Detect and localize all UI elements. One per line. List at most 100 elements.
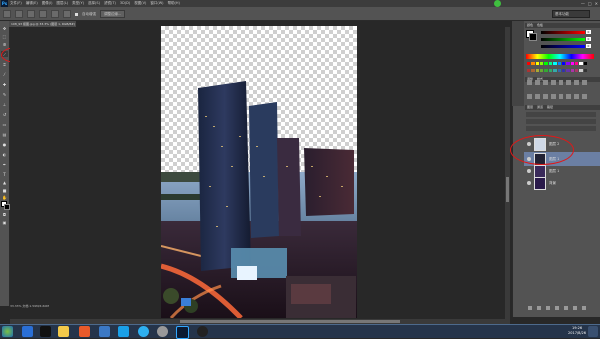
crop-tool-icon[interactable]: ⌗ [1,61,8,67]
scroll-thumb[interactable] [180,320,400,323]
menu-type[interactable]: 类型(Y) [72,0,84,7]
layer-blend-row[interactable] [526,119,596,124]
subtract-selection-icon[interactable] [39,10,47,18]
qq-icon[interactable] [40,326,51,337]
green-value[interactable]: 0 [586,37,591,41]
panel-background-swatch[interactable] [529,33,537,41]
path-selection-icon[interactable]: ▲ [1,179,8,185]
close-button[interactable]: ✕ [595,0,598,7]
document-canvas[interactable] [161,26,357,318]
color-balance-icon[interactable] [574,80,580,85]
lasso-tool-icon[interactable]: ᘓ [1,41,8,47]
color-spectrum-bar[interactable] [526,54,594,59]
lookup-icon[interactable] [542,93,548,99]
eyedropper-tool-icon[interactable]: ⁄ [1,71,8,77]
blue-slider[interactable]: 0 [541,44,591,48]
scroll-thumb[interactable] [506,177,509,202]
curves-icon[interactable] [542,80,548,85]
menu-view[interactable]: 视图(V) [134,0,146,7]
tab-channels[interactable]: 通道 [537,105,543,110]
fx-icon[interactable] [537,306,541,310]
photo-filter-icon[interactable] [527,93,532,99]
layer-name[interactable]: 背景 [549,181,556,186]
mask-icon[interactable] [546,306,550,310]
brush-tool-icon[interactable]: ✎ [1,91,8,97]
menu-filter[interactable]: 滤镜(T) [104,0,116,7]
skype-icon[interactable] [138,326,149,337]
tab-color[interactable]: 颜色 [527,23,533,28]
sample-all-layers-icon[interactable] [63,10,71,18]
quick-mask-icon[interactable]: ◘ [1,211,8,217]
layer-filter-row[interactable] [526,112,596,117]
healing-brush-icon[interactable]: ✚ [1,81,8,87]
layer-name[interactable]: 图层 1 [549,169,559,174]
vibrance-icon[interactable] [558,80,564,85]
tab-layers[interactable]: 图层 [527,105,533,110]
link-icon[interactable] [528,306,532,310]
invert-icon[interactable] [550,93,556,99]
levels-icon[interactable] [534,80,540,85]
system-clock[interactable]: 19:26 2017/8/26 [568,326,586,336]
menu-edit[interactable]: 编辑(E) [26,0,38,7]
red-value[interactable]: 0 [586,30,591,34]
exposure-icon[interactable] [550,80,556,85]
show-desktop-button[interactable] [588,326,598,337]
move-tool-icon[interactable]: ✥ [1,25,8,31]
posterize-icon[interactable] [558,93,564,99]
brightness-icon[interactable] [527,80,532,85]
hue-icon[interactable] [566,80,572,85]
tab-swatches[interactable]: 色板 [537,23,543,28]
ie-icon[interactable] [22,326,33,337]
menu-select[interactable]: 选择(S) [88,0,100,7]
marquee-tool-icon[interactable]: ⬚ [1,33,8,39]
new-layer-icon[interactable] [573,306,577,310]
refine-edge-button[interactable]: 调整边缘... [100,10,126,18]
creative-cloud-icon[interactable] [494,0,501,7]
blue-value[interactable]: 0 [586,44,591,48]
brush-size-icon[interactable] [51,10,59,18]
maximize-button[interactable]: □ [588,0,592,7]
ie-browser-icon[interactable] [118,326,129,337]
minimize-button[interactable]: — [581,0,585,7]
selective-color-icon[interactable] [582,93,587,99]
menu-file[interactable]: 文件(F) [10,0,22,7]
layer-row[interactable]: 背景 [524,176,600,190]
visibility-eye-icon[interactable] [527,169,531,173]
dodge-tool-icon[interactable]: ◐ [1,151,8,157]
gradient-tool-icon[interactable]: ▤ [1,131,8,137]
layer-lock-row[interactable] [526,126,596,131]
menu-window[interactable]: 窗口(W) [150,0,163,7]
trash-icon[interactable] [582,306,586,310]
history-brush-icon[interactable]: ↺ [1,111,8,117]
pen-tool-icon[interactable]: ✒ [1,161,8,167]
swatches-grid[interactable] [527,62,587,74]
app-icon[interactable] [157,326,168,337]
auto-enhance-checkbox[interactable] [75,12,78,16]
word-icon[interactable] [99,326,110,337]
visibility-eye-icon[interactable] [527,181,531,185]
workspace-switcher[interactable]: 基本功能 [552,10,590,18]
photoshop-taskbar-icon[interactable] [176,326,189,339]
adjustment-layer-icon[interactable] [555,306,559,310]
new-selection-icon[interactable] [15,10,23,18]
media-icon[interactable] [197,326,208,337]
menu-layer[interactable]: 图层(L) [56,0,68,7]
menu-3d[interactable]: 3D(D) [120,0,130,7]
vertical-scrollbar[interactable] [505,27,510,319]
explorer-icon[interactable] [58,326,69,337]
bw-icon[interactable] [582,80,587,85]
group-icon[interactable] [564,306,568,310]
red-slider[interactable]: 0 [541,30,591,34]
tab-paths[interactable]: 路径 [547,105,553,110]
green-slider[interactable]: 0 [541,37,591,41]
type-tool-icon[interactable]: T [1,171,8,177]
menu-image[interactable]: 图像(I) [42,0,53,7]
threshold-icon[interactable] [566,93,572,99]
add-to-selection-icon[interactable] [27,10,35,18]
blur-tool-icon[interactable]: ● [1,141,8,147]
adjustments-icons[interactable] [527,80,587,104]
screen-mode-icon[interactable]: ▣ [1,219,8,225]
player-icon[interactable] [79,326,90,337]
menu-help[interactable]: 帮助(H) [168,0,180,7]
clone-stamp-icon[interactable]: ⊥ [1,101,8,107]
